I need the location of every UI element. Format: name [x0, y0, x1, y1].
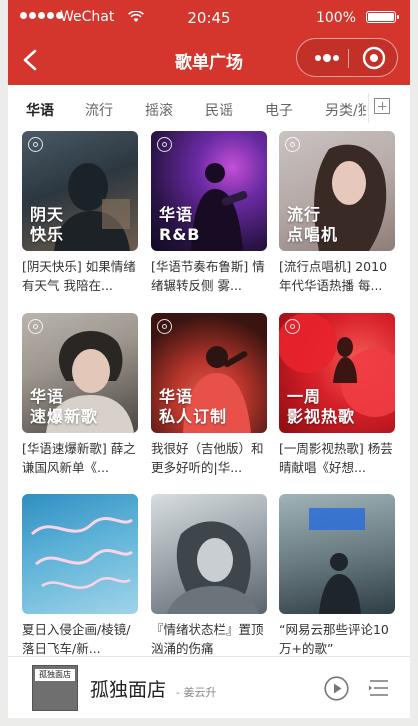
cover-label: 华语 R&B — [159, 205, 201, 244]
capsule-divider — [348, 49, 349, 68]
battery-percent: 100% — [315, 10, 356, 26]
tab-pop[interactable]: 流行 — [85, 100, 113, 120]
playlist-cover[interactable]: 流行 点唱机 — [279, 131, 395, 251]
tab-rock[interactable]: 摇滚 — [145, 100, 173, 120]
tab-folk[interactable]: 民谣 — [205, 100, 233, 120]
title-bar: WeChat 20:45 100% 歌单广场 — [8, 0, 410, 85]
app-screen: WeChat 20:45 100% 歌单广场 华语 流行 摇滚 民谣 电子 另类… — [8, 0, 410, 718]
playlist-cover[interactable]: 华语 私人订制 — [151, 313, 267, 433]
now-playing-artist: - 姜云升 — [176, 686, 217, 699]
playlist-title: 我很好（吉他版）和更多好听的|华... — [151, 441, 264, 475]
tabs-divider — [368, 93, 369, 123]
playlist-cover[interactable]: 阴天 快乐 — [22, 131, 138, 251]
cover-label: 一周 影视热歌 — [287, 387, 356, 426]
cover-artwork — [167, 521, 259, 614]
netease-logo-icon — [285, 319, 300, 334]
playlist-title: [流行点唱机] 2010年代华语热播 每... — [279, 259, 388, 293]
cover-label: 华语 私人订制 — [159, 387, 228, 426]
playlist-title: 夏日入侵企画/棱镜/落日飞车/新... — [22, 622, 131, 656]
netease-logo-icon — [28, 137, 43, 152]
play-icon[interactable] — [324, 676, 349, 701]
add-category-icon[interactable] — [374, 98, 390, 114]
more-icon[interactable] — [313, 50, 341, 66]
netease-logo-icon — [157, 319, 172, 334]
playlist-title: [华语节奏布鲁斯] 情绪辗转反侧 雾... — [151, 259, 265, 293]
now-playing-cover[interactable]: 孤独面店 — [32, 665, 78, 711]
tab-alternative[interactable]: 另类/独立 — [325, 100, 366, 120]
playlist-cover[interactable] — [151, 494, 267, 614]
tab-huayu[interactable]: 华语 — [26, 100, 54, 120]
cover-label: 华语 速爆新歌 — [30, 387, 99, 426]
playlist-cover[interactable]: 华语 R&B — [151, 131, 267, 251]
playlist-cover[interactable]: 一周 影视热歌 — [279, 313, 395, 433]
playlist-cover[interactable] — [22, 494, 138, 614]
playlist-title: [一周影视热歌] 杨芸晴献唱《好想... — [279, 441, 393, 475]
category-tabs: 华语 流行 摇滚 民谣 电子 另类/独立 — [8, 85, 410, 131]
playlist-queue-icon[interactable] — [368, 677, 390, 699]
cover-label: 阴天 快乐 — [30, 205, 65, 244]
cover-artwork — [309, 508, 365, 614]
cover-artwork — [30, 517, 133, 589]
now-playing-song[interactable]: 孤独面店 — [90, 675, 166, 702]
now-playing-cover-label: 孤独面店 — [35, 669, 75, 681]
tab-electronic[interactable]: 电子 — [265, 100, 293, 120]
cover-label: 流行 点唱机 — [287, 205, 339, 244]
close-miniprogram-icon[interactable] — [362, 46, 386, 70]
playlist-cover[interactable] — [279, 494, 395, 614]
playlist-title: “网易云那些评论10万+的歌” — [279, 622, 389, 656]
miniprogram-capsule — [296, 38, 398, 77]
battery-icon — [366, 11, 399, 23]
netease-logo-icon — [157, 137, 172, 152]
netease-logo-icon — [285, 137, 300, 152]
playlist-title: [华语速爆新歌] 薛之谦国风新单《... — [22, 441, 136, 475]
playlist-title: [阴天快乐] 如果情绪有天气 我陪在... — [22, 259, 136, 293]
netease-logo-icon — [28, 319, 43, 334]
playlist-title: 『情绪状态栏』置顶汹涌的伤痛 — [151, 622, 264, 656]
playlist-cover[interactable]: 华语 速爆新歌 — [22, 313, 138, 433]
mini-player[interactable]: 孤独面店 孤独面店 - 姜云升 — [8, 656, 410, 718]
status-bar: WeChat 20:45 100% — [8, 0, 410, 36]
